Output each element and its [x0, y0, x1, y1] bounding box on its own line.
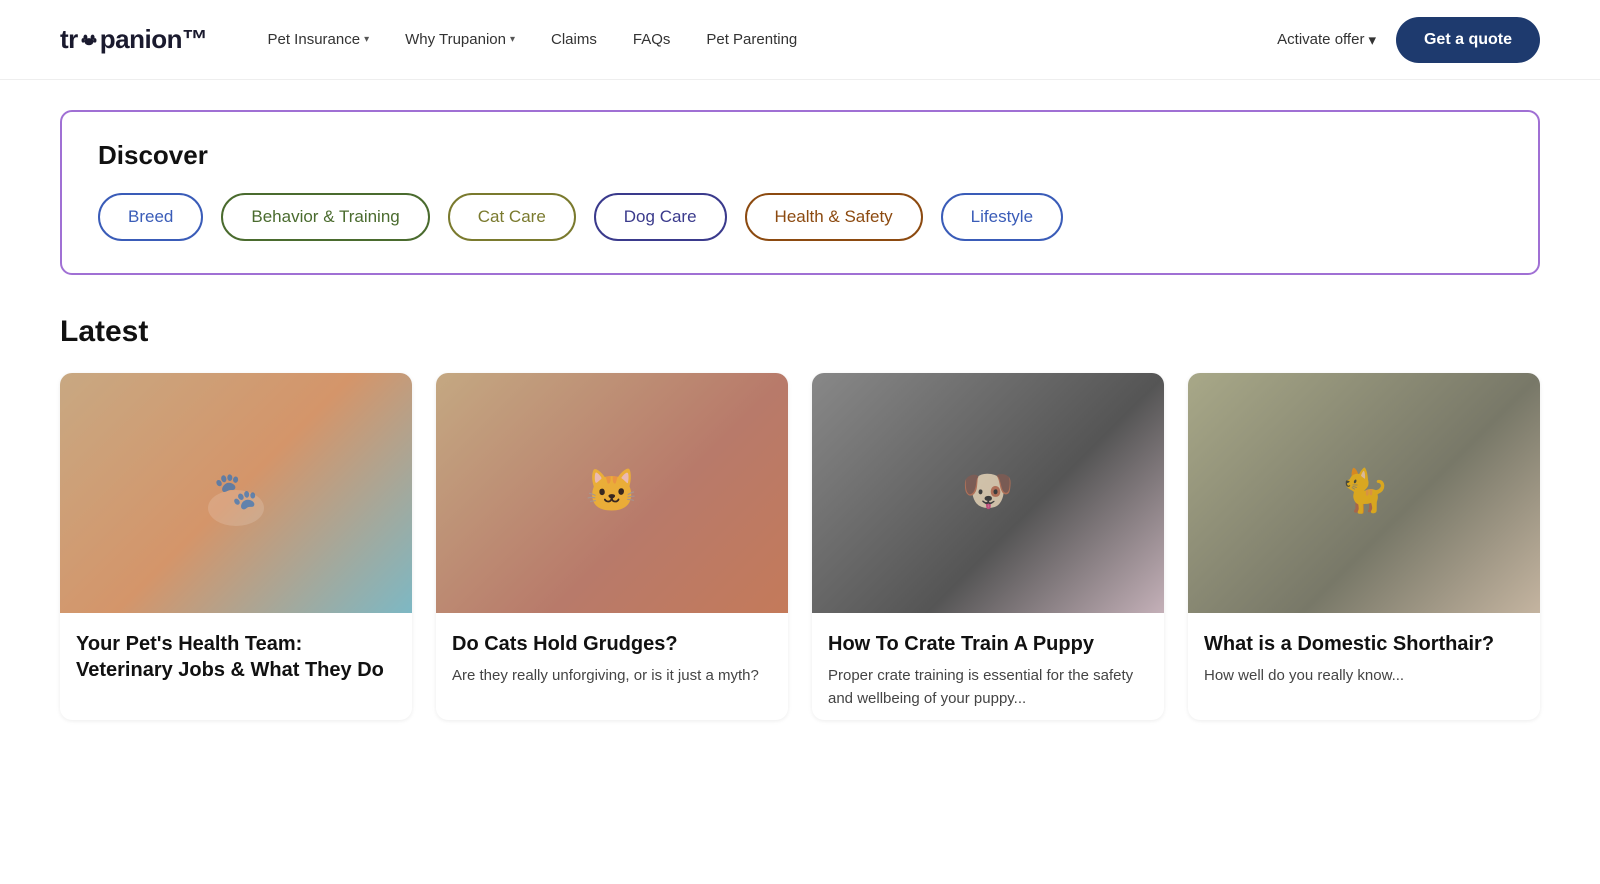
card-2-title: Do Cats Hold Grudges?	[452, 631, 772, 657]
card-4-title: What is a Domestic Shorthair?	[1204, 631, 1524, 657]
svg-text:🐱: 🐱	[586, 467, 638, 514]
pill-lifestyle[interactable]: Lifestyle	[941, 193, 1063, 241]
nav-right: Activate offer ▾ Get a quote	[1277, 17, 1540, 63]
chevron-down-icon: ▾	[510, 34, 515, 45]
latest-title: Latest	[60, 315, 1540, 349]
card-2-desc: Are they really unforgiving, or is it ju…	[452, 665, 772, 688]
pill-breed[interactable]: Breed	[98, 193, 203, 241]
card-2-image: 🐱	[436, 373, 788, 613]
card-4-body: What is a Domestic Shorthair? How well d…	[1188, 613, 1540, 698]
nav-faqs[interactable]: FAQs	[633, 31, 671, 48]
svg-text:🐈: 🐈	[1338, 466, 1390, 515]
card-3-body: How To Crate Train A Puppy Proper crate …	[812, 613, 1164, 720]
get-quote-button[interactable]: Get a quote	[1396, 17, 1540, 63]
activate-offer-link[interactable]: Activate offer ▾	[1277, 31, 1376, 49]
discover-title: Discover	[98, 140, 1502, 171]
svg-text:🐶: 🐶	[962, 467, 1014, 514]
cards-grid: 🐾 Your Pet's Health Team: Veterinary Job…	[60, 373, 1540, 720]
card-3[interactable]: 🐶 How To Crate Train A Puppy Proper crat…	[812, 373, 1164, 720]
card-4-desc: How well do you really know...	[1204, 665, 1524, 688]
card-1-image: 🐾	[60, 373, 412, 613]
card-3-desc: Proper crate training is essential for t…	[828, 665, 1148, 710]
card-1-title: Your Pet's Health Team: Veterinary Jobs …	[76, 631, 396, 683]
chevron-down-icon: ▾	[1368, 31, 1376, 49]
nav-pet-insurance[interactable]: Pet Insurance ▾	[268, 31, 370, 48]
chevron-down-icon: ▾	[364, 34, 369, 45]
discover-pills: Breed Behavior & Training Cat Care Dog C…	[98, 193, 1502, 241]
nav-links: Pet Insurance ▾ Why Trupanion ▾ Claims F…	[268, 31, 1278, 48]
svg-text:🐾: 🐾	[214, 470, 259, 511]
logo[interactable]: tr panion™	[60, 24, 208, 55]
pill-health-safety[interactable]: Health & Safety	[745, 193, 923, 241]
logo-text: tr	[60, 24, 78, 55]
nav-pet-parenting[interactable]: Pet Parenting	[706, 31, 797, 48]
logo-text-2: panion™	[100, 24, 208, 55]
card-1-body: Your Pet's Health Team: Veterinary Jobs …	[60, 613, 412, 701]
pill-cat-care[interactable]: Cat Care	[448, 193, 576, 241]
discover-section: Discover Breed Behavior & Training Cat C…	[60, 110, 1540, 275]
card-4[interactable]: 🐈 What is a Domestic Shorthair? How well…	[1188, 373, 1540, 720]
latest-section: Latest 🐾 Your Pet's Health Team: Veterin…	[0, 295, 1600, 760]
paw-icon	[80, 30, 98, 48]
pill-behavior-training[interactable]: Behavior & Training	[221, 193, 429, 241]
nav-why-trupanion[interactable]: Why Trupanion ▾	[405, 31, 515, 48]
nav-claims[interactable]: Claims	[551, 31, 597, 48]
main-nav: tr panion™ Pet Insurance ▾ Why Trupanion…	[0, 0, 1600, 80]
card-1[interactable]: 🐾 Your Pet's Health Team: Veterinary Job…	[60, 373, 412, 720]
card-3-title: How To Crate Train A Puppy	[828, 631, 1148, 657]
card-2-body: Do Cats Hold Grudges? Are they really un…	[436, 613, 788, 698]
pill-dog-care[interactable]: Dog Care	[594, 193, 727, 241]
card-4-image: 🐈	[1188, 373, 1540, 613]
card-3-image: 🐶	[812, 373, 1164, 613]
card-2[interactable]: 🐱 Do Cats Hold Grudges? Are they really …	[436, 373, 788, 720]
